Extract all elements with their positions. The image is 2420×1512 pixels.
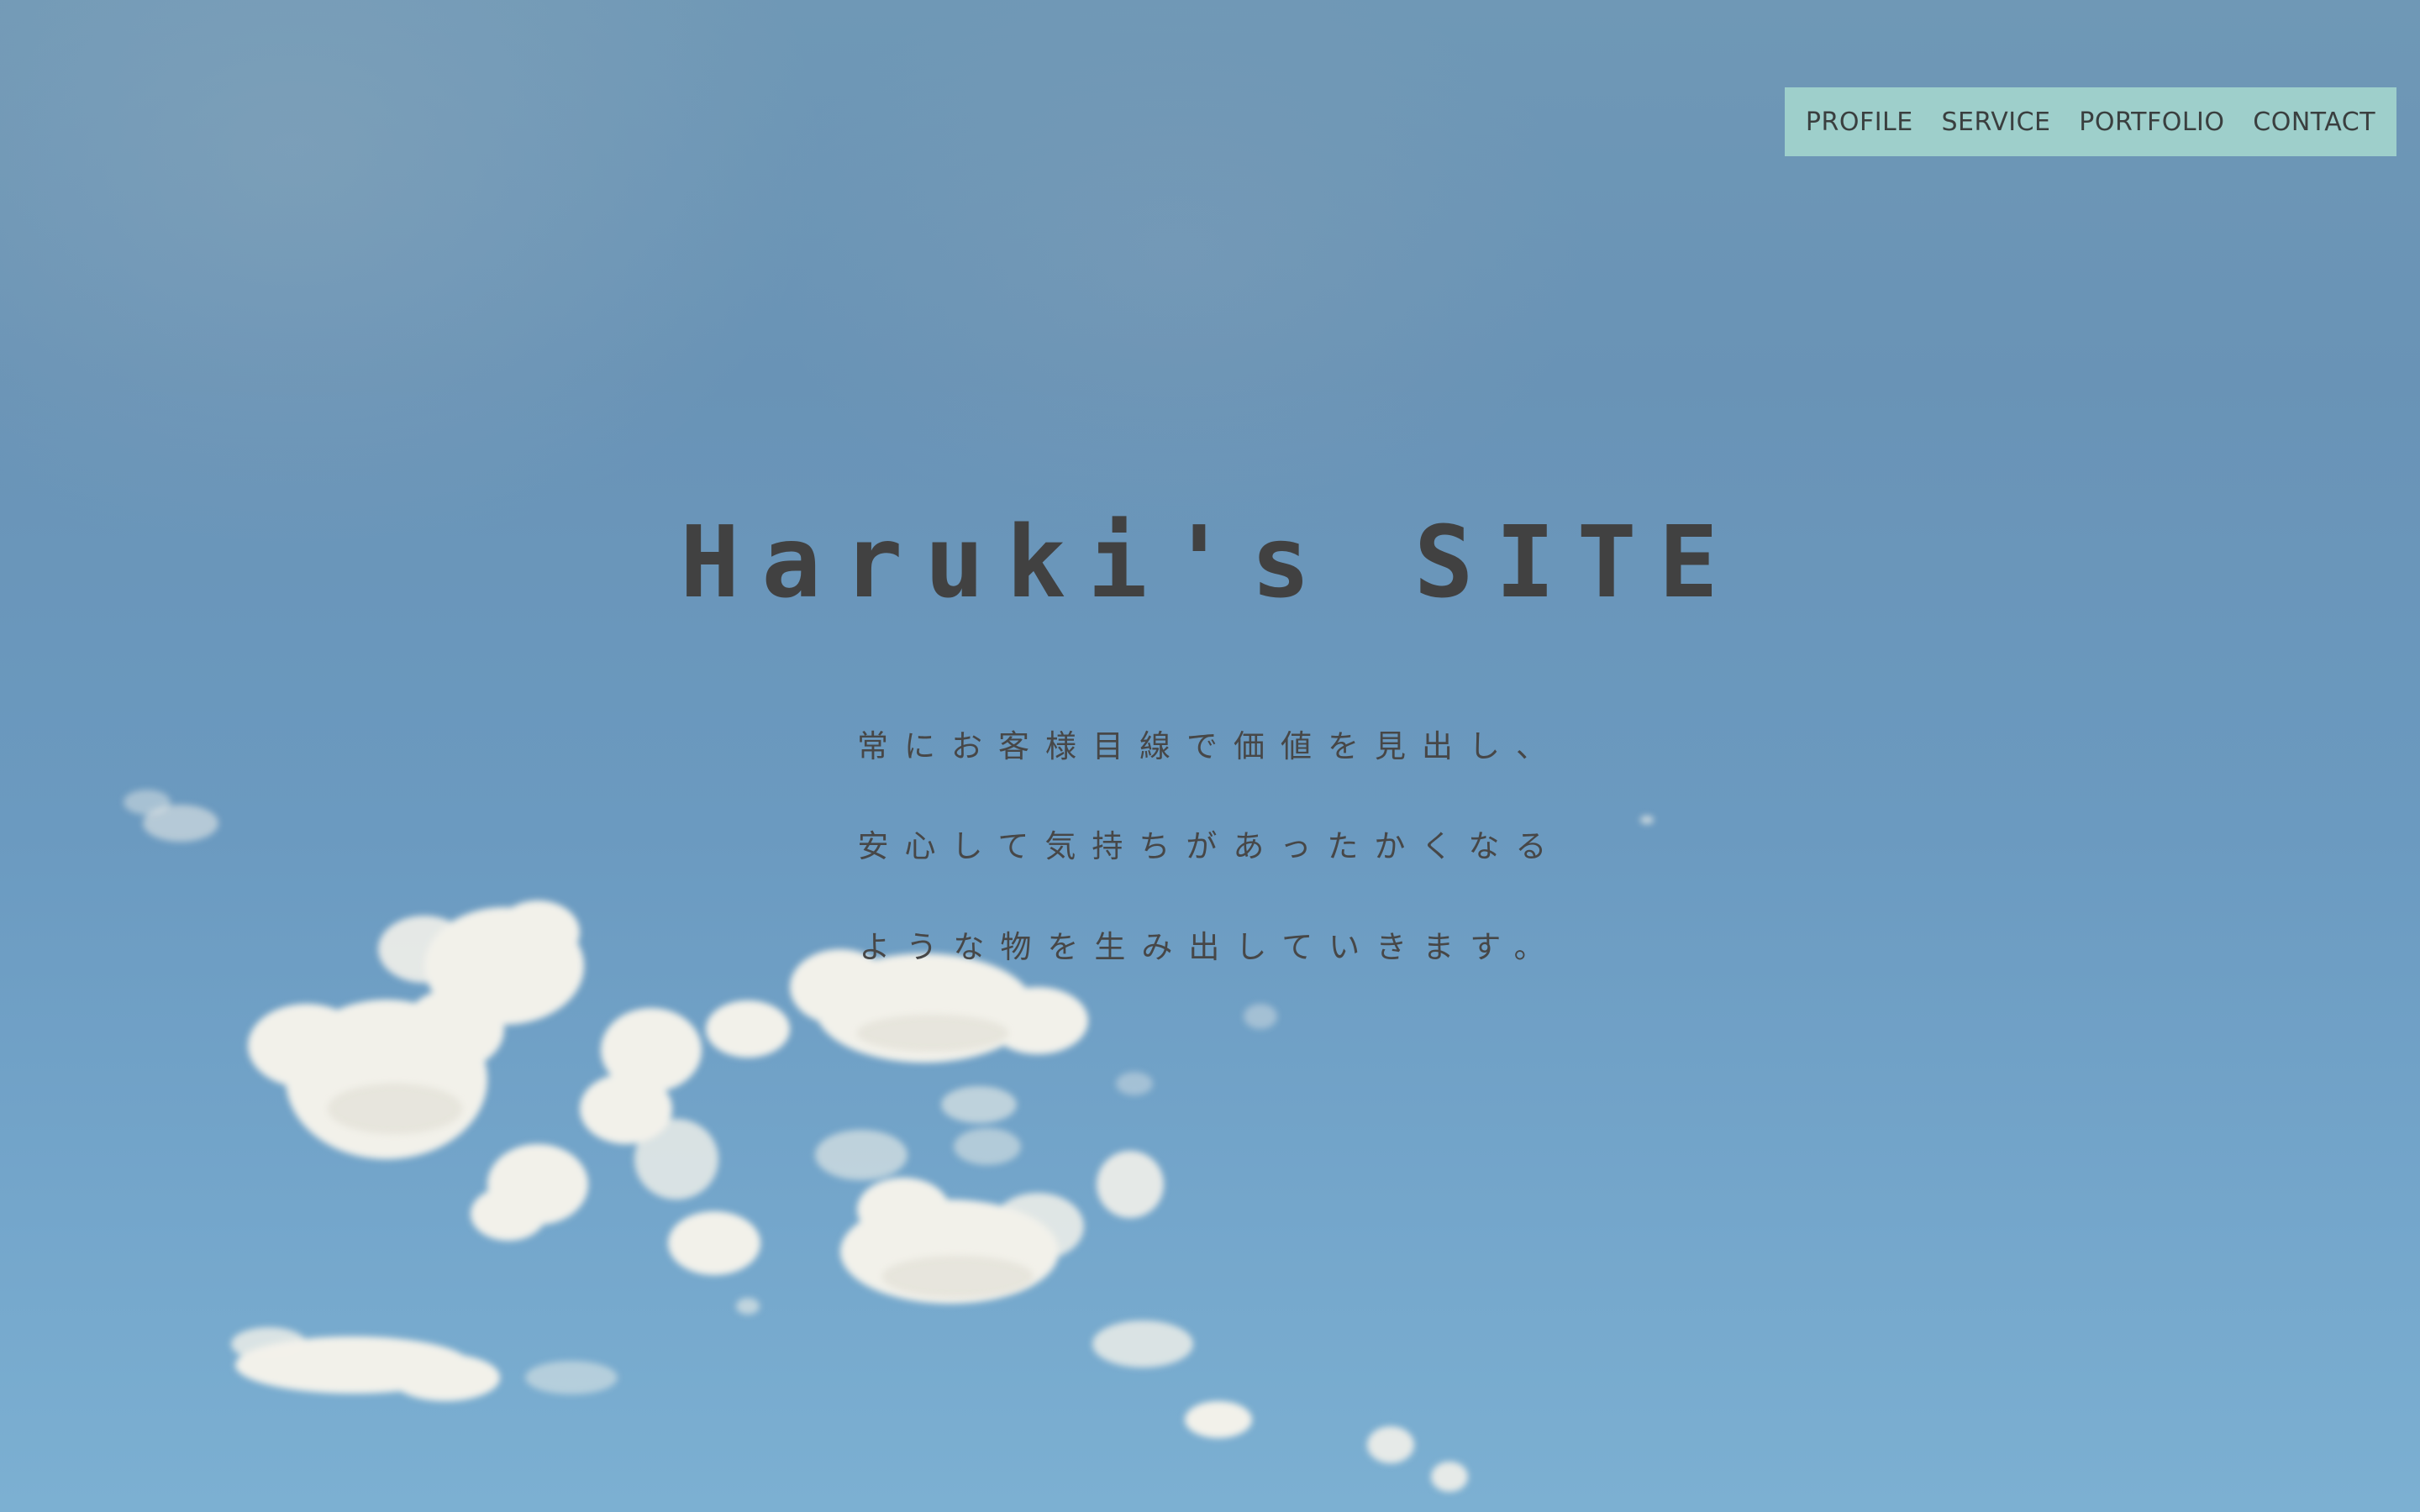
tagline-line-1: 常にお客様目線で価値を見出し、: [857, 728, 1563, 764]
nav-link-service[interactable]: SERVICE: [1942, 108, 2051, 137]
tagline-line-3: ような物を生み出していきます。: [859, 929, 1561, 965]
nav-link-portfolio[interactable]: PORTFOLIO: [2079, 108, 2224, 137]
site-title: Haruki's SITE: [680, 504, 1740, 620]
main-navigation: PROFILE SERVICE PORTFOLIO CONTACT: [1785, 87, 2396, 156]
nav-link-contact[interactable]: CONTACT: [2253, 108, 2375, 137]
tagline-line-2: 安心して気持ちがあったかくなる: [857, 828, 1563, 864]
nav-link-profile[interactable]: PROFILE: [1806, 108, 1913, 137]
